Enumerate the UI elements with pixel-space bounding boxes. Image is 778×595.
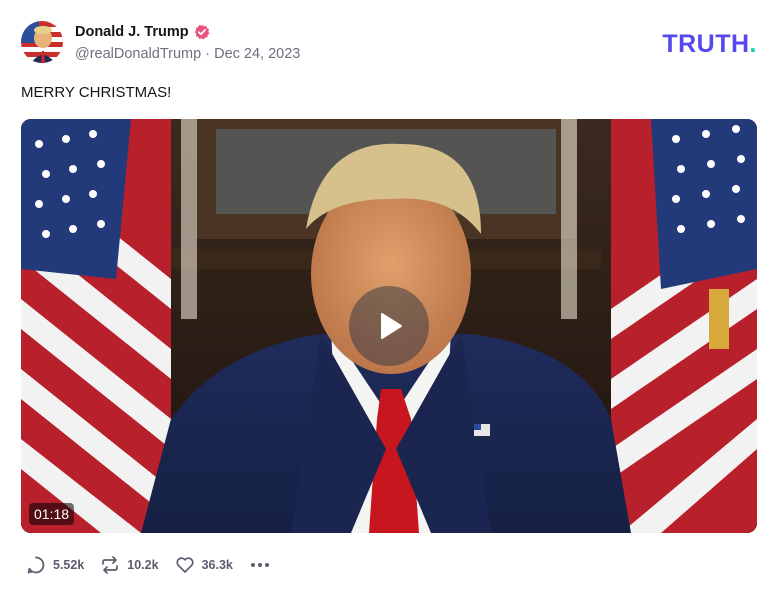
brand-dot: . [749,30,757,58]
post-date[interactable]: Dec 24, 2023 [214,46,300,62]
reply-count: 5.52k [53,558,85,572]
retruth-icon [102,556,119,574]
author-handle[interactable]: @realDonaldTrump [75,46,201,62]
heart-icon [176,557,194,573]
reply-button[interactable]: 5.52k [26,555,84,575]
brand-name: TRUTH [662,30,750,58]
like-count: 36.3k [201,558,233,572]
more-dot [264,563,269,567]
video-player[interactable]: 01:18 [21,119,757,533]
author-name-row: Donald J. Trump [75,24,210,40]
more-dot [250,563,255,567]
more-options-icon[interactable] [249,563,271,567]
author-display-name[interactable]: Donald J. Trump [75,24,189,40]
author-meta: @realDonaldTrump · Dec 24, 2023 [75,46,300,62]
more-dot [257,563,262,567]
post-actions: 5.52k 10.2k 36.3k [26,553,271,577]
video-duration: 01:18 [29,503,75,525]
retruth-count: 10.2k [127,558,159,572]
truth-social-logo[interactable]: TRUTH. [662,30,757,59]
post-header: Donald J. Trump @realDonaldTrump · Dec 2… [21,21,757,65]
play-icon [381,313,402,339]
retruth-button[interactable]: 10.2k [100,555,159,575]
reply-icon [27,556,45,574]
like-button[interactable]: 36.3k [175,555,233,575]
meta-separator: · [201,46,215,62]
post-text: MERRY CHRISTMAS! [21,84,172,101]
avatar[interactable] [21,21,63,63]
post-card: Donald J. Trump @realDonaldTrump · Dec 2… [0,0,778,595]
play-button[interactable] [349,286,429,366]
verified-badge-icon [194,24,210,40]
